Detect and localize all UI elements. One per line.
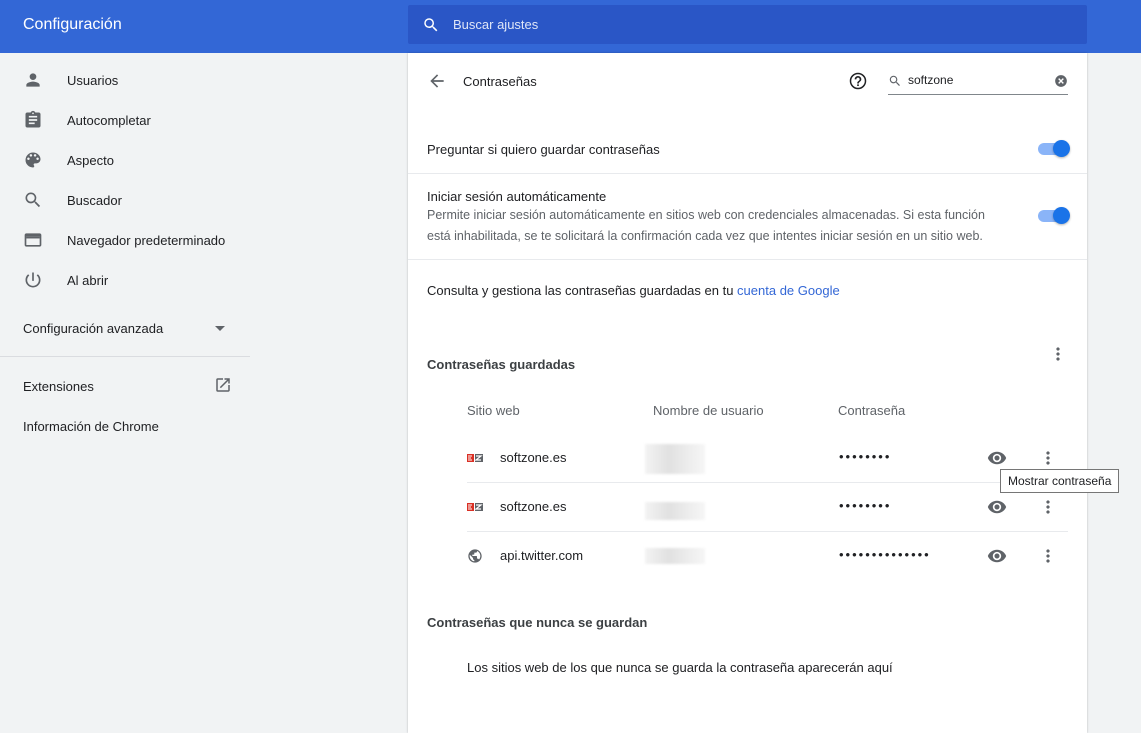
more-vert-icon[interactable] [1038,448,1058,468]
top-bar: Configuración [0,0,1141,53]
sidebar-item-label: Autocompletar [67,112,151,128]
sidebar-item-informacion-chrome[interactable]: Información de Chrome [23,419,159,434]
column-header-site: Sitio web [467,403,520,418]
more-vert-icon[interactable] [1038,546,1058,566]
offer-to-save-toggle[interactable] [1038,140,1070,157]
softzone-favicon [467,503,483,511]
caret-down-icon [215,326,225,331]
offer-to-save-label: Preguntar si quiero guardar contraseñas [427,142,660,157]
password-row-site: softzone.es [500,450,567,465]
sidebar-item-usuarios[interactable]: Usuarios [0,60,250,100]
never-saved-title: Contraseñas que nunca se guardan [427,615,648,630]
password-row-password: •••••••• [839,449,892,464]
sidebar-item-label: Aspecto [67,152,114,168]
sidebar-item-label: Navegador predeterminado [67,232,226,248]
sidebar-item-aspecto[interactable]: Aspecto [0,140,250,180]
username-blurred [645,502,705,520]
auto-signin-description-line: Permite iniciar sesión automáticamente e… [427,208,985,222]
search-icon [424,18,438,32]
page-title: Contraseñas [463,74,537,89]
browser-icon [24,233,42,247]
power-icon [25,272,41,288]
sidebar-item-label: Usuarios [67,72,119,88]
eye-icon[interactable] [987,448,1007,468]
never-saved-empty-message: Los sitios web de los que nunca se guard… [467,660,893,675]
password-row-site: api.twitter.com [500,548,584,563]
sidebar: Usuarios Autocompletar Aspecto Buscador … [0,53,250,711]
sidebar-item-extensiones[interactable]: Extensiones [23,379,94,394]
row-divider [408,173,1087,174]
manage-passwords-text: Consulta y gestiona las contraseñas guar… [427,283,840,298]
sidebar-item-navegador-predeterminado[interactable]: Navegador predeterminado [0,220,250,260]
help-icon[interactable] [848,71,868,91]
show-password-tooltip: Mostrar contraseña [1000,469,1120,493]
column-header-password: Contraseña [838,403,906,418]
toggle-knob [1053,140,1070,157]
auto-signin-label: Iniciar sesión automáticamente [427,189,607,204]
manage-passwords-prefix: Consulta y gestiona las contraseñas guar… [427,283,738,298]
password-filter[interactable] [888,68,1068,95]
globe-icon [468,549,482,563]
settings-search[interactable] [408,5,1087,44]
softzone-favicon [467,454,483,462]
eye-icon[interactable] [987,497,1007,517]
sidebar-item-buscador[interactable]: Buscador [0,180,250,220]
more-vert-icon[interactable] [1038,497,1058,517]
clipboard-icon [25,110,41,128]
toggle-knob [1053,207,1070,224]
advanced-settings-label: Configuración avanzada [23,321,164,336]
passwords-panel: Contraseñas Preguntar si quiero guardar … [408,53,1087,733]
sidebar-item-autocompletar[interactable]: Autocompletar [0,100,250,140]
more-vert-icon[interactable] [1048,344,1068,364]
username-blurred [645,548,705,564]
sidebar-item-label: Al abrir [67,272,109,288]
advanced-settings-toggle[interactable]: Configuración avanzada [23,321,235,337]
password-row: api.twitter.com •••••••••••••• [467,531,1068,580]
password-row-password: •••••••• [839,498,892,513]
password-row: softzone.es •••••••• [467,433,1068,482]
sidebar-divider [0,356,250,357]
row-divider [408,259,1087,260]
google-account-link[interactable]: cuenta de Google [737,283,840,298]
search-icon [25,192,41,208]
sidebar-item-label: Buscador [67,192,122,208]
clear-icon[interactable] [1054,74,1068,88]
auto-signin-description-line: está inhabilitada, se te solicitará la c… [427,229,983,243]
settings-search-input[interactable] [453,5,1053,44]
open-in-new-icon[interactable] [214,376,232,394]
back-arrow-icon[interactable] [427,71,447,91]
eye-icon[interactable] [987,546,1007,566]
password-filter-input[interactable] [908,71,1043,89]
sidebar-item-al-abrir[interactable]: Al abrir [0,260,250,300]
password-row-site: softzone.es [500,499,567,514]
column-header-username: Nombre de usuario [653,403,764,418]
password-row: softzone.es •••••••• [467,482,1068,531]
palette-icon [25,152,41,168]
password-row-password: •••••••••••••• [839,547,931,562]
app-title: Configuración [23,16,122,33]
search-icon [889,75,900,86]
person-icon [26,73,40,87]
auto-signin-description: Permite iniciar sesión automáticamente e… [427,205,1017,247]
saved-passwords-title: Contraseñas guardadas [427,357,576,372]
auto-signin-toggle[interactable] [1038,207,1070,224]
username-blurred [645,444,705,474]
